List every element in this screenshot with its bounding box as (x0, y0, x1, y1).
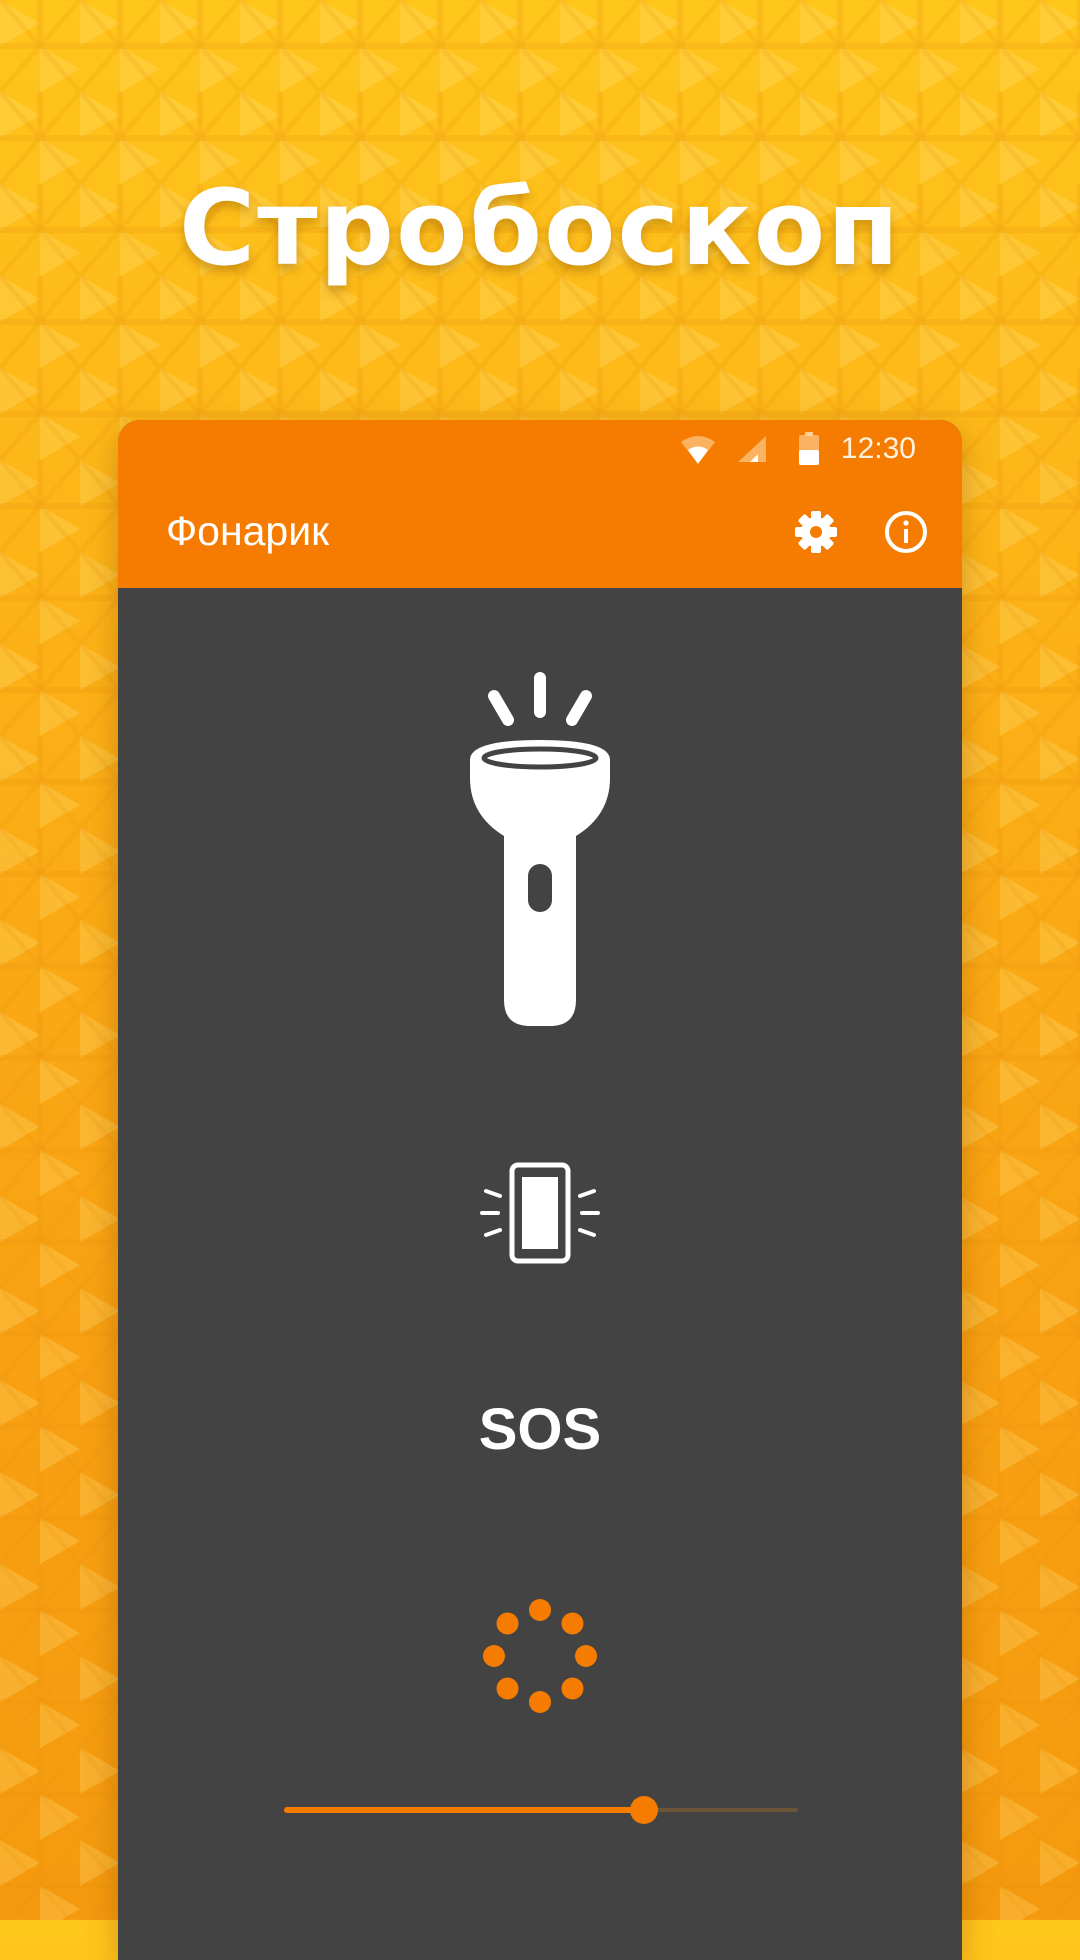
info-icon (885, 511, 927, 553)
strobe-frequency-slider[interactable] (284, 1790, 798, 1830)
flashlight-button[interactable] (454, 670, 626, 1030)
battery-icon (799, 432, 819, 465)
screen-light-button[interactable] (478, 1160, 602, 1270)
app-title: Фонарик (166, 508, 330, 554)
phone-screen-light-icon (480, 1162, 600, 1264)
status-time: 12:30 (840, 432, 916, 465)
status-bar: 12:30 (118, 420, 962, 478)
settings-button[interactable] (786, 502, 846, 562)
wifi-icon (681, 436, 715, 464)
flashlight-icon (470, 672, 610, 1026)
sos-button[interactable]: SOS (118, 1390, 962, 1470)
promo-title: Стробоскоп (178, 167, 902, 289)
phone-frame: 12:30 Фонарик SOS (118, 420, 962, 1960)
info-button[interactable] (876, 502, 936, 562)
signal-icon (738, 436, 766, 462)
slider-thumb[interactable] (629, 1796, 658, 1824)
app-bar: Фонарик (118, 478, 962, 588)
gear-icon (795, 511, 837, 553)
slider-fill (284, 1807, 644, 1813)
strobe-dots-icon (483, 1599, 597, 1713)
strobe-button[interactable] (480, 1596, 600, 1716)
